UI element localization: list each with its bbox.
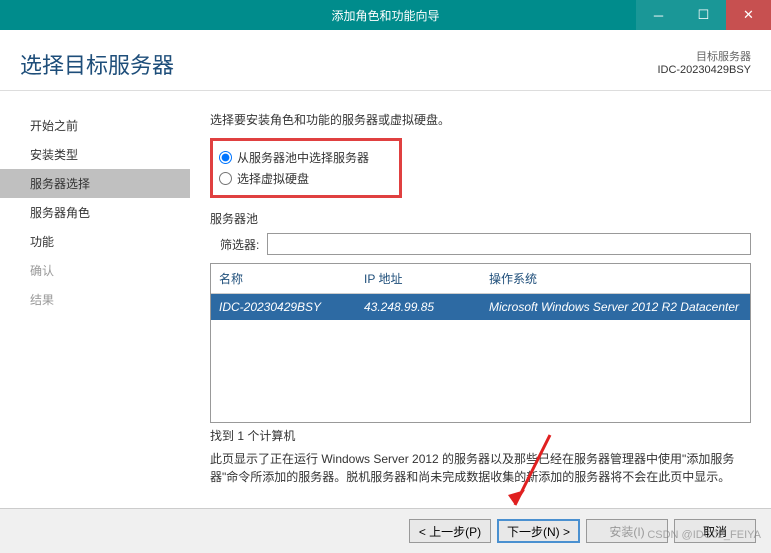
window-controls: ─ ☐ ✕ [636,0,771,30]
table-header: 名称 IP 地址 操作系统 [211,264,750,294]
radio-vhd-input[interactable] [219,172,232,185]
window-title: 添加角色和功能向导 [135,7,636,24]
sidebar-item-features[interactable]: 功能 [30,227,180,256]
sidebar-item-server-selection[interactable]: 服务器选择 [0,169,190,198]
page-title: 选择目标服务器 [20,48,174,80]
filter-input[interactable] [267,233,751,255]
content-panel: 选择要安装角色和功能的服务器或虚拟硬盘。 从服务器池中选择服务器 选择虚拟硬盘 … [180,91,771,531]
table-body: IDC-20230429BSY 43.248.99.85 Microsoft W… [211,294,750,422]
radio-server-pool[interactable]: 从服务器池中选择服务器 [219,147,369,168]
maximize-button[interactable]: ☐ [681,0,726,30]
prev-button[interactable]: < 上一步(P) [409,519,491,543]
computer-count: 找到 1 个计算机 [210,427,751,444]
target-name: IDC-20230429BSY [657,64,751,76]
source-radio-group: 从服务器池中选择服务器 选择虚拟硬盘 [210,138,402,198]
col-ip[interactable]: IP 地址 [356,264,481,293]
description-text: 此页显示了正在运行 Windows Server 2012 的服务器以及那些已经… [210,450,751,486]
close-button[interactable]: ✕ [726,0,771,30]
server-table: 名称 IP 地址 操作系统 IDC-20230429BSY 43.248.99.… [210,263,751,423]
next-button[interactable]: 下一步(N) > [497,519,580,543]
target-label: 目标服务器 [657,48,751,64]
server-pool-label: 服务器池 [210,210,751,227]
instruction-text: 选择要安装角色和功能的服务器或虚拟硬盘。 [210,111,751,128]
radio-vhd-label: 选择虚拟硬盘 [237,170,309,187]
sidebar-item-before-begin[interactable]: 开始之前 [30,111,180,140]
main-area: 开始之前 安装类型 服务器选择 服务器角色 功能 确认 结果 选择要安装角色和功… [0,91,771,531]
sidebar-item-results: 结果 [30,285,180,314]
sidebar-item-install-type[interactable]: 安装类型 [30,140,180,169]
cancel-button[interactable]: 取消 [674,519,756,543]
install-button: 安装(I) [586,519,668,543]
cell-name: IDC-20230429BSY [211,294,356,320]
wizard-footer: < 上一步(P) 下一步(N) > 安装(I) 取消 [0,508,771,553]
col-name[interactable]: 名称 [211,264,356,293]
radio-vhd[interactable]: 选择虚拟硬盘 [219,168,369,189]
wizard-header: 选择目标服务器 目标服务器 IDC-20230429BSY [0,30,771,91]
filter-row: 筛选器: [210,233,751,255]
col-os[interactable]: 操作系统 [481,264,750,293]
radio-server-pool-input[interactable] [219,151,232,164]
cell-ip: 43.248.99.85 [356,294,481,320]
titlebar: 添加角色和功能向导 ─ ☐ ✕ [0,0,771,30]
filter-label: 筛选器: [220,236,259,253]
table-row[interactable]: IDC-20230429BSY 43.248.99.85 Microsoft W… [211,294,750,320]
sidebar-item-confirm: 确认 [30,256,180,285]
sidebar-item-server-roles[interactable]: 服务器角色 [30,198,180,227]
wizard-sidebar: 开始之前 安装类型 服务器选择 服务器角色 功能 确认 结果 [0,91,180,531]
minimize-button[interactable]: ─ [636,0,681,30]
target-info: 目标服务器 IDC-20230429BSY [657,48,751,76]
radio-server-pool-label: 从服务器池中选择服务器 [237,149,369,166]
cell-os: Microsoft Windows Server 2012 R2 Datacen… [481,294,750,320]
